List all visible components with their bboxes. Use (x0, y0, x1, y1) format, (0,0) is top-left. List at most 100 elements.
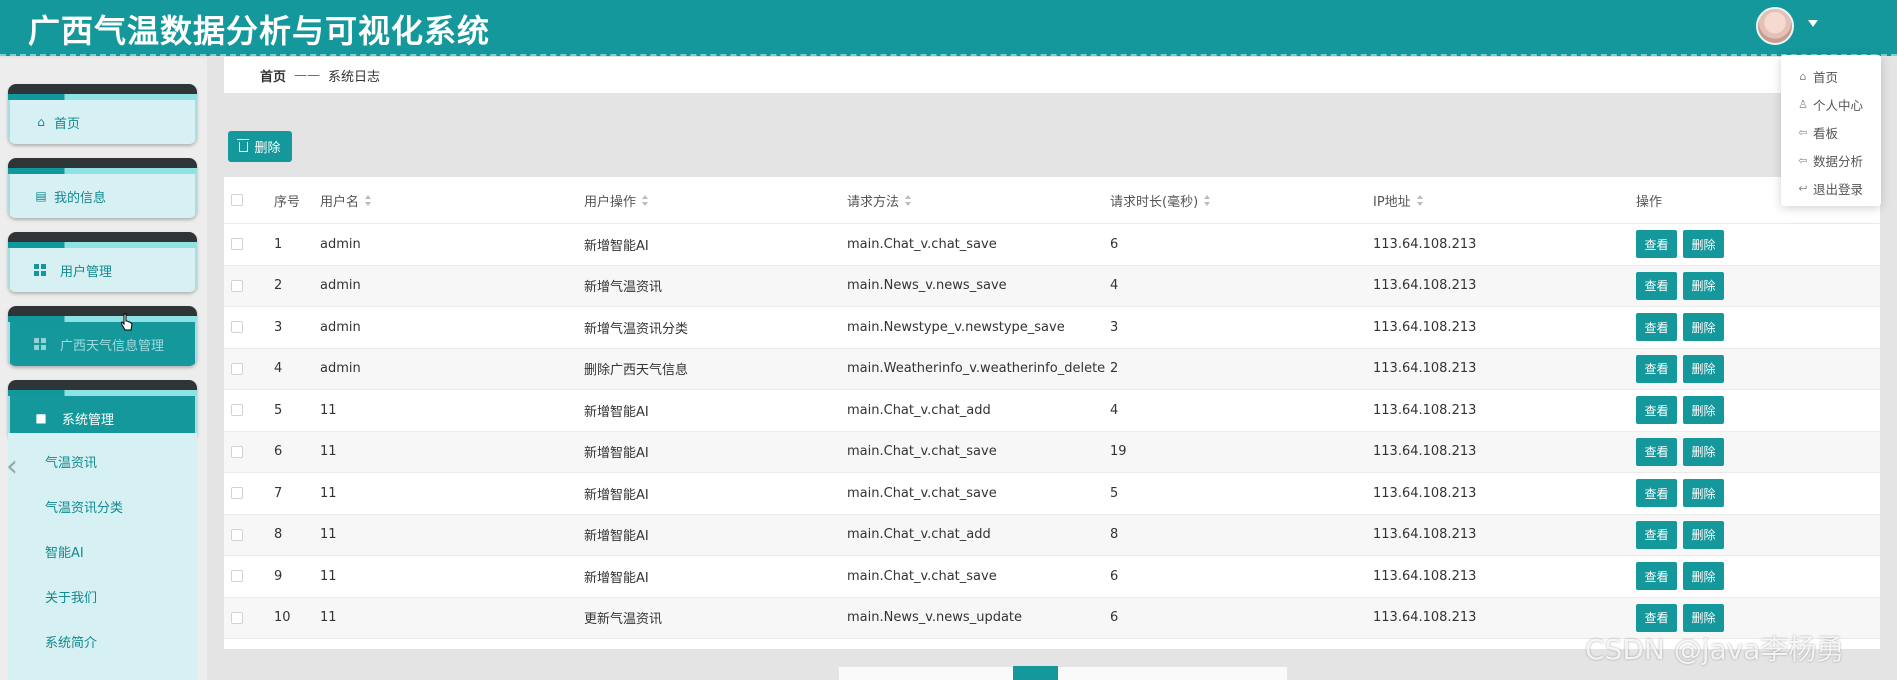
cell-method: main.Newstype_v.newstype_save (847, 319, 1065, 335)
view-button[interactable]: 查看 (1636, 562, 1677, 591)
select-all-checkbox[interactable] (231, 194, 243, 206)
delete-button[interactable]: 删除 (1683, 313, 1724, 342)
sidebar-item-label: 我的信息 (54, 190, 107, 206)
sort-icon[interactable] (642, 194, 649, 206)
sidebar-item-user-management[interactable]: 用户管理 (8, 232, 197, 292)
delete-button[interactable]: 删除 (1683, 271, 1724, 300)
collapse-sidebar-icon[interactable]: ‹ (6, 452, 18, 482)
cell-duration: 4 (1110, 402, 1119, 418)
table-row: 3 admin 新增气温资讯分类 main.Newstype_v.newstype_s… (224, 307, 1880, 349)
row-checkbox[interactable] (231, 528, 243, 541)
cell-username: admin (320, 361, 361, 377)
submenu-item-weather-news-category[interactable]: 气温资讯分类 (45, 497, 123, 516)
system-submenu (8, 433, 197, 680)
cell-index: 4 (274, 361, 283, 377)
cell-duration: 3 (1110, 319, 1119, 335)
table-row: 8 11 新增智能AI main.Chat_v.chat_add 8 113.64.108… (224, 514, 1880, 556)
row-checkbox[interactable] (231, 445, 243, 458)
column-header-operation[interactable]: 用户操作 (584, 191, 636, 210)
submenu-item-system-intro[interactable]: 系统简介 (45, 632, 97, 651)
cell-ip: 113.64.108.213 (1373, 444, 1477, 460)
table-row: 4 admin 删除广西天气信息 main.Weatherinfo_v.weather… (224, 348, 1880, 390)
row-checkbox[interactable] (231, 570, 243, 583)
cell-ip: 113.64.108.213 (1373, 568, 1477, 584)
row-checkbox[interactable] (231, 362, 243, 375)
cell-username: 11 (320, 485, 337, 501)
cell-ip: 113.64.108.213 (1373, 527, 1477, 543)
cell-operation: 新增智能AI (584, 487, 649, 503)
sidebar-item-label: 用户管理 (60, 264, 113, 280)
log-table: 序号 用户名 用户操作 请求方法 请求时长(毫秒) IP地址 操作 1 admin… (224, 177, 1880, 649)
chevron-down-icon[interactable] (1808, 20, 1818, 27)
sort-icon[interactable] (1416, 194, 1424, 206)
sidebar-item-system-management[interactable]: ■ 系统管理 (8, 380, 197, 440)
user-menu-item-home[interactable]: ⌂ 首页 (1797, 67, 1839, 86)
view-button[interactable]: 查看 (1636, 520, 1677, 549)
cell-method: main.Chat_v.chat_save (847, 485, 997, 501)
delete-button[interactable]: 删除 (1683, 354, 1724, 383)
user-menu-item-dashboard[interactable]: ⇦ 看板 (1797, 123, 1838, 142)
pagination-current-page[interactable] (1013, 666, 1058, 680)
view-button[interactable]: 查看 (1636, 437, 1677, 466)
sidebar-item-home[interactable]: ⌂ 首页 (8, 84, 197, 144)
sort-icon[interactable] (1204, 194, 1211, 206)
cell-ip: 113.64.108.213 (1373, 319, 1477, 335)
delete-button[interactable]: 删除 (1683, 520, 1724, 549)
sidebar-item-my-info[interactable]: ▤ 我的信息 (8, 158, 197, 218)
view-button[interactable]: 查看 (1636, 313, 1677, 342)
column-header-ip[interactable]: IP地址 (1373, 191, 1411, 210)
row-checkbox[interactable] (231, 321, 243, 334)
cell-method: main.News_v.news_save (847, 278, 1007, 294)
arrow-left-icon: ⇦ (1798, 126, 1808, 139)
submenu-item-smart-ai[interactable]: 智能AI (45, 542, 84, 561)
delete-button[interactable]: 删除 (1683, 230, 1724, 259)
bulk-delete-button[interactable]: 删除 (228, 131, 292, 162)
row-checkbox[interactable] (231, 611, 243, 624)
submenu-item-about-us[interactable]: 关于我们 (45, 587, 97, 606)
delete-button[interactable]: 删除 (1683, 396, 1724, 425)
view-button[interactable]: 查看 (1636, 479, 1677, 508)
cell-ip: 113.64.108.213 (1373, 402, 1477, 418)
user-menu-item-analysis[interactable]: ⇦ 数据分析 (1797, 151, 1863, 170)
cell-operation: 新增智能AI (584, 570, 649, 586)
user-menu-item-logout[interactable]: ↩ 退出登录 (1797, 179, 1863, 198)
delete-button[interactable]: 删除 (1683, 437, 1724, 466)
delete-button[interactable]: 删除 (1683, 562, 1724, 591)
user-dropdown-menu: ⌂ 首页 ♙ 个人中心 ⇦ 看板 ⇦ 数据分析 ↩ 退出登录 (1781, 55, 1881, 206)
row-checkbox[interactable] (231, 404, 243, 417)
cell-method: main.Chat_v.chat_add (847, 527, 991, 543)
column-header-method[interactable]: 请求方法 (847, 191, 899, 210)
breadcrumb-home[interactable]: 首页 (260, 66, 286, 85)
arrow-left-icon: ⇦ (1798, 154, 1808, 167)
cell-index: 1 (274, 236, 283, 252)
cell-duration: 6 (1110, 236, 1119, 252)
view-button[interactable]: 查看 (1636, 396, 1677, 425)
cell-index: 5 (274, 402, 283, 418)
row-checkbox[interactable] (231, 487, 243, 500)
sidebar-item-weather-management[interactable]: 广西天气信息管理 (8, 306, 197, 366)
cell-index: 6 (274, 444, 283, 460)
user-menu-item-profile[interactable]: ♙ 个人中心 (1797, 95, 1863, 114)
table-row: 5 11 新增智能AI main.Chat_v.chat_add 4 113.64.108… (224, 390, 1880, 432)
view-button[interactable]: 查看 (1636, 230, 1677, 259)
cell-username: 11 (320, 527, 337, 543)
view-button[interactable]: 查看 (1636, 271, 1677, 300)
delete-button[interactable]: 删除 (1683, 479, 1724, 508)
sort-icon[interactable] (905, 194, 912, 206)
column-header-username[interactable]: 用户名 (320, 191, 359, 210)
view-button[interactable]: 查看 (1636, 354, 1677, 383)
user-menu-item-label: 首页 (1813, 70, 1839, 85)
cell-username: 11 (320, 444, 337, 460)
sort-icon[interactable] (365, 194, 372, 206)
user-avatar[interactable] (1756, 7, 1794, 45)
column-header-duration[interactable]: 请求时长(毫秒) (1110, 191, 1198, 210)
row-checkbox[interactable] (231, 238, 243, 251)
pagination (838, 666, 1288, 680)
cell-operation: 新增气温资讯分类 (584, 321, 689, 337)
cell-operation: 新增智能AI (584, 529, 649, 545)
grid-icon (34, 264, 46, 276)
table-row: 1 admin 新增智能AI main.Chat_v.chat_save 6 113.64… (224, 224, 1880, 266)
row-checkbox[interactable] (231, 279, 243, 292)
submenu-item-weather-news[interactable]: 气温资讯 (45, 452, 97, 471)
sidebar-item-label: 系统管理 (62, 412, 115, 428)
